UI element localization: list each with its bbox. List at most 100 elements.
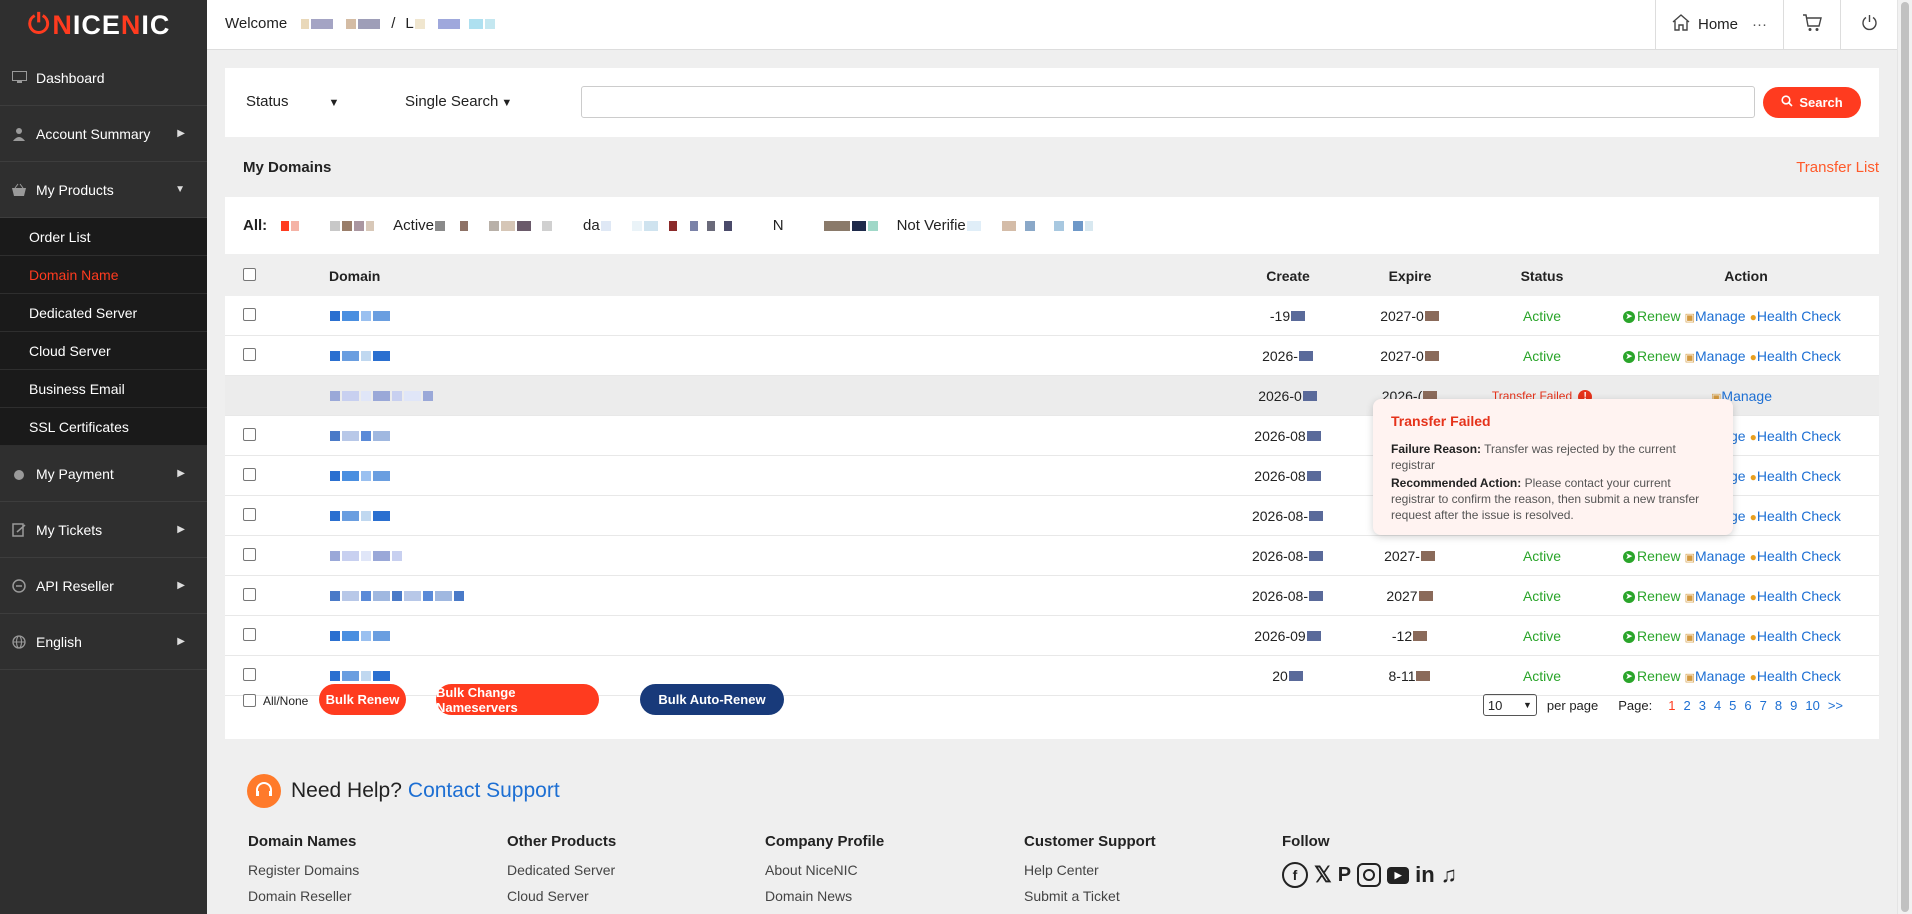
health-check-link[interactable]: ●Health Check — [1750, 308, 1841, 324]
sidebar-item-my-tickets[interactable]: My Tickets ▶ — [0, 502, 207, 558]
filter-all[interactable]: All: — [243, 217, 267, 234]
row-checkbox[interactable] — [243, 547, 256, 561]
search-button[interactable]: Search — [1763, 87, 1861, 118]
domain-cell[interactable] — [299, 535, 1227, 576]
x-icon[interactable]: 𝕏 — [1314, 862, 1332, 888]
home-link[interactable]: Home ··· — [1654, 0, 1783, 49]
sidebar-item-my-products[interactable]: My Products ▼ — [0, 162, 207, 218]
domain-cell[interactable] — [299, 575, 1227, 616]
page-link-6[interactable]: 6 — [1744, 698, 1751, 713]
domain-cell[interactable] — [299, 495, 1227, 536]
sidebar-item-dashboard[interactable]: Dashboard — [0, 50, 207, 106]
row-checkbox[interactable] — [243, 307, 256, 321]
page-link-10[interactable]: 10 — [1805, 698, 1819, 713]
submenu-cloud-server[interactable]: Cloud Server — [0, 332, 207, 370]
row-checkbox[interactable] — [243, 347, 256, 361]
health-check-link[interactable]: ●Health Check — [1750, 628, 1841, 644]
row-checkbox[interactable] — [243, 507, 256, 521]
footer-link[interactable]: Register Domains — [248, 862, 359, 878]
footer-link[interactable]: Submit a Ticket — [1024, 888, 1156, 904]
submenu-domain-name[interactable]: Domain Name — [0, 256, 207, 294]
search-mode-select[interactable]: Single Search ▼ — [405, 93, 512, 110]
status-badge: Active — [1522, 547, 1562, 564]
domain-cell[interactable] — [299, 415, 1227, 456]
renew-link[interactable]: ➤Renew — [1623, 308, 1681, 324]
row-checkbox[interactable] — [243, 427, 256, 441]
sidebar-item-english[interactable]: English ▶ — [0, 614, 207, 670]
health-check-link[interactable]: ●Health Check — [1750, 588, 1841, 604]
tiktok-icon[interactable]: ♫ — [1441, 862, 1458, 888]
cart-button[interactable] — [1783, 0, 1840, 49]
health-check-link[interactable]: ●Health Check — [1750, 548, 1841, 564]
submenu-order-list[interactable]: Order List — [0, 218, 207, 256]
submenu-business-email[interactable]: Business Email — [0, 370, 207, 408]
footer-link[interactable]: Dedicated Server — [507, 862, 616, 878]
manage-link[interactable]: ▣Manage — [1685, 548, 1746, 564]
linkedin-icon[interactable]: in — [1415, 862, 1435, 888]
scrollbar-thumb[interactable] — [1901, 2, 1909, 912]
status-select[interactable]: Status ▼ — [246, 93, 339, 110]
page-link-7[interactable]: 7 — [1760, 698, 1767, 713]
page-link-4[interactable]: 4 — [1714, 698, 1721, 713]
select-all-checkbox[interactable] — [243, 268, 256, 281]
domain-cell[interactable] — [299, 296, 1227, 336]
renew-link[interactable]: ➤Renew — [1623, 348, 1681, 364]
footer-link[interactable]: Cloud Server — [507, 888, 616, 904]
health-check-link[interactable]: ●Health Check — [1750, 428, 1841, 444]
page-link-3[interactable]: 3 — [1699, 698, 1706, 713]
filter-not-verified[interactable]: Not Verifie — [897, 217, 966, 234]
renew-link[interactable]: ➤Renew — [1623, 628, 1681, 644]
footer-link[interactable]: Help Center — [1024, 862, 1156, 878]
submenu-ssl-certificates[interactable]: SSL Certificates — [0, 408, 207, 446]
per-page-select[interactable]: 10 ▼ — [1482, 694, 1537, 716]
page-link-1[interactable]: 1 — [1668, 698, 1675, 713]
facebook-icon[interactable]: f — [1282, 862, 1308, 888]
user-icon — [10, 125, 28, 143]
bulk-auto-renew-button[interactable]: Bulk Auto-Renew — [640, 684, 784, 715]
contact-support-link[interactable]: Contact Support — [408, 779, 560, 803]
logout-button[interactable] — [1840, 0, 1898, 49]
footer-link[interactable]: Domain News — [765, 888, 884, 904]
renew-link[interactable]: ➤Renew — [1623, 548, 1681, 564]
more-icon[interactable]: ··· — [1752, 16, 1767, 33]
health-check-link[interactable]: ●Health Check — [1750, 508, 1841, 524]
page-scrollbar[interactable] — [1897, 0, 1912, 914]
domain-cell[interactable] — [299, 455, 1227, 496]
health-check-link[interactable]: ●Health Check — [1750, 348, 1841, 364]
page-link-5[interactable]: 5 — [1729, 698, 1736, 713]
search-input[interactable] — [581, 86, 1755, 118]
footer-link[interactable]: Domain Reseller — [248, 888, 359, 904]
filter-active[interactable]: Active — [393, 217, 434, 234]
bulk-change-nameservers-button[interactable]: Bulk Change Nameservers — [436, 684, 599, 715]
footer-link[interactable]: About NiceNIC — [765, 862, 884, 878]
bulk-renew-button[interactable]: Bulk Renew — [319, 684, 406, 715]
sidebar-item-account-summary[interactable]: Account Summary ▶ — [0, 106, 207, 162]
manage-link[interactable]: ▣Manage — [1685, 588, 1746, 604]
page-link-next[interactable]: >> — [1828, 698, 1843, 713]
renew-link[interactable]: ➤Renew — [1623, 588, 1681, 604]
page-link-9[interactable]: 9 — [1790, 698, 1797, 713]
manage-link[interactable]: ▣Manage — [1685, 348, 1746, 364]
page-link-8[interactable]: 8 — [1775, 698, 1782, 713]
sidebar-item-api-reseller[interactable]: API Reseller ▶ — [0, 558, 207, 614]
domain-cell[interactable] — [299, 615, 1227, 656]
nicenic-logo[interactable]: ⏻ N ICE N IC — [0, 0, 207, 50]
domain-cell[interactable] — [299, 335, 1227, 376]
youtube-icon[interactable]: ▶ — [1387, 866, 1410, 884]
pinterest-icon[interactable]: P — [1338, 864, 1351, 887]
create-cell: 2026-09 — [1227, 615, 1349, 656]
row-checkbox[interactable] — [243, 627, 256, 641]
page-link-2[interactable]: 2 — [1683, 698, 1690, 713]
manage-link[interactable]: ▣Manage — [1685, 628, 1746, 644]
all-none-checkbox[interactable] — [243, 694, 256, 707]
sidebar-item-my-payment[interactable]: My Payment ▶ — [0, 446, 207, 502]
manage-link[interactable]: ▣Manage — [1685, 308, 1746, 324]
instagram-icon[interactable] — [1357, 863, 1382, 887]
domain-cell[interactable] — [299, 375, 1227, 416]
row-checkbox[interactable] — [243, 467, 256, 481]
globe-icon — [10, 633, 28, 651]
row-checkbox[interactable] — [243, 587, 256, 601]
submenu-dedicated-server[interactable]: Dedicated Server — [0, 294, 207, 332]
health-check-link[interactable]: ●Health Check — [1750, 468, 1841, 484]
transfer-list-link[interactable]: Transfer List — [1796, 159, 1879, 176]
